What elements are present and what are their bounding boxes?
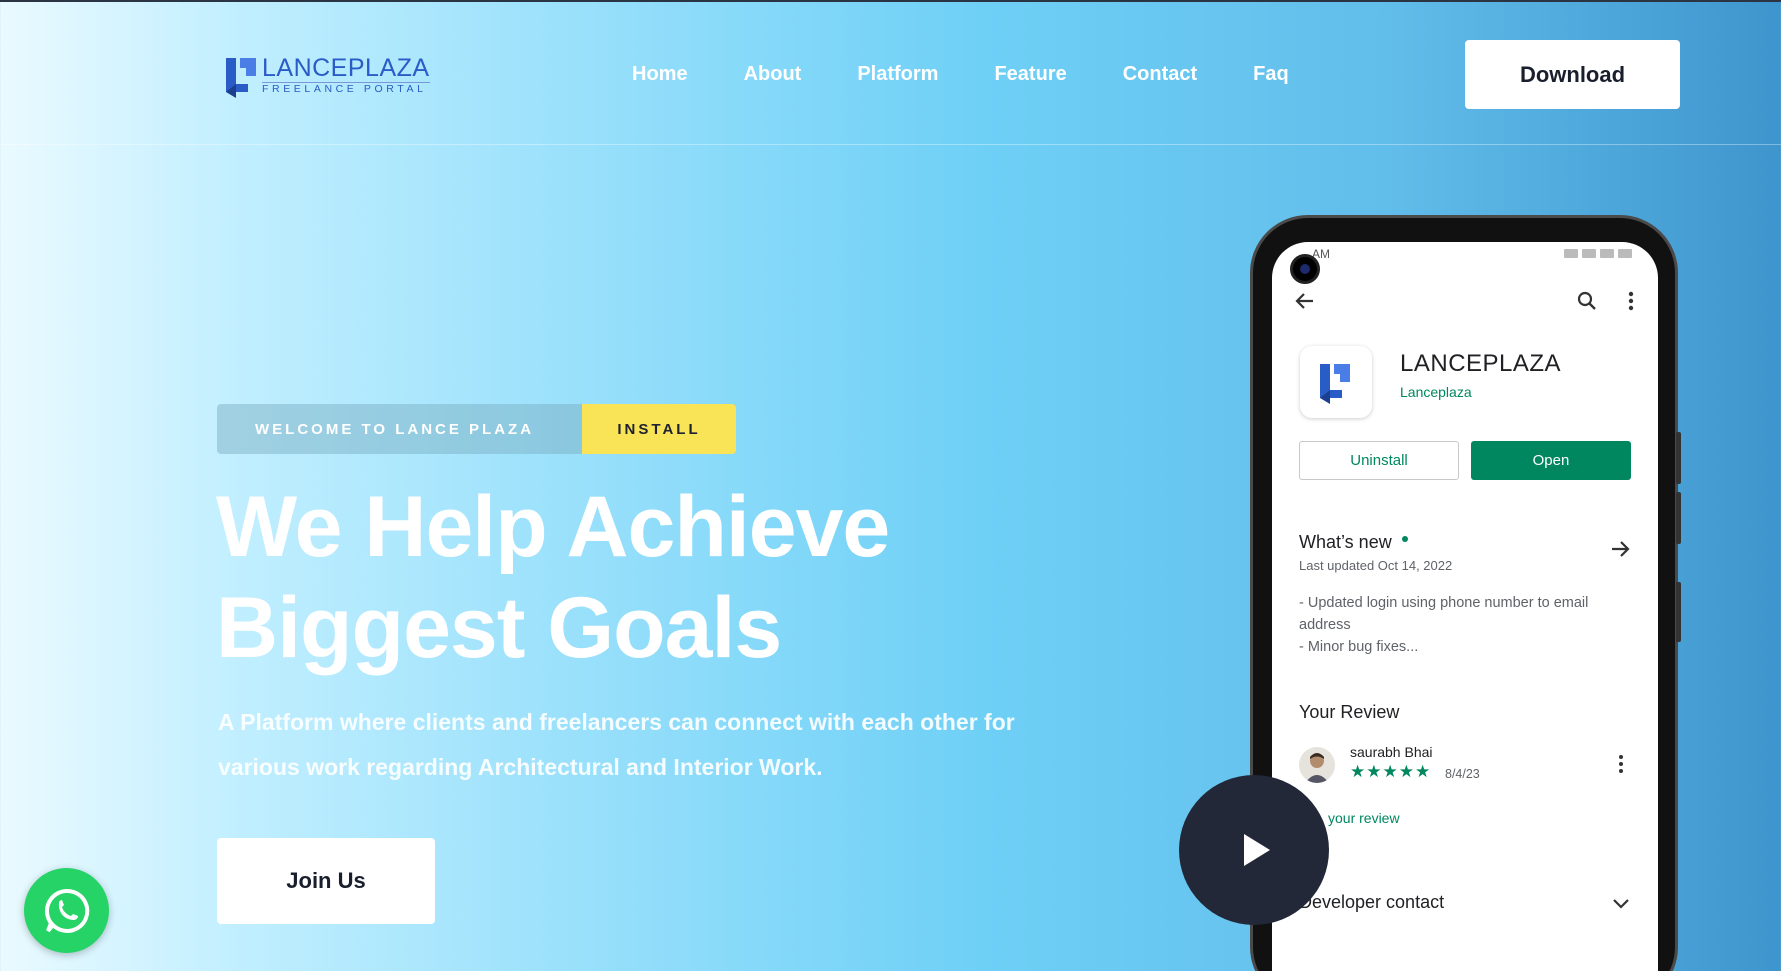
your-review-heading: Your Review [1299,702,1400,722]
chevron-down-icon[interactable] [1612,898,1630,910]
battery-icon [1618,249,1632,258]
whats-new-heading[interactable]: What’s new [1299,532,1408,553]
more-vert-icon[interactable] [1617,754,1625,774]
nav-contact[interactable]: Contact [1123,63,1197,86]
status-icons [1532,249,1632,259]
release-note: - Minor bug fixes... [1299,639,1419,655]
site-header: LANCEPLAZA FREELANCE PORTAL Home About P… [0,2,1781,145]
front-camera [1290,254,1320,284]
review-date: 8/4/23 [1445,767,1480,781]
brand-logo[interactable]: LANCEPLAZA FREELANCE PORTAL [222,52,432,104]
nav-home[interactable]: Home [632,63,688,86]
whatsapp-button[interactable] [24,868,109,953]
more-vert-icon[interactable] [1627,290,1635,312]
hero-title: We Help Achieve Biggest Goals [216,477,1016,679]
join-us-button[interactable]: Join Us [217,838,435,924]
volte-icon [1564,249,1578,258]
hero-badge: WELCOME TO LANCE PLAZA INSTALL [217,404,736,454]
avatar [1299,747,1335,783]
phone-side-button [1676,582,1681,642]
user-avatar-icon [1305,753,1329,783]
phone-side-button [1676,492,1681,544]
install-badge[interactable]: INSTALL [582,404,736,454]
whatsapp-icon [44,888,89,933]
brand-name: LANCEPLAZA [262,54,430,82]
app-developer-link[interactable]: Lanceplaza [1400,384,1472,400]
edit-review-link[interactable]: your review [1328,810,1400,826]
nav-feature[interactable]: Feature [994,63,1066,86]
download-button[interactable]: Download [1465,40,1680,109]
hero-title-line2: Biggest Goals [216,580,782,676]
review-stars: ★★★★★ [1350,762,1432,781]
reviewer-name: saurabh Bhai [1350,744,1433,760]
release-notes: - Updated login using phone number to em… [1299,592,1639,658]
brand-tagline: FREELANCE PORTAL [262,83,427,95]
developer-contact[interactable]: Developer contact [1299,892,1444,913]
uninstall-button[interactable]: Uninstall [1299,441,1459,480]
play-icon [1244,834,1270,866]
phone-screen: AM LANCEPLAZA Lanceplaza Uninstall Open … [1272,242,1658,971]
new-dot [1401,536,1408,542]
arrow-right-icon[interactable] [1609,538,1631,560]
welcome-badge: WELCOME TO LANCE PLAZA [217,404,582,454]
nav-about[interactable]: About [744,63,802,86]
app-icon [1300,346,1372,418]
phone-side-button [1676,432,1681,484]
play-video-button[interactable] [1179,775,1329,925]
lanceplaza-logo-icon [1320,364,1350,404]
release-note: - Updated login using phone number to em… [1299,595,1589,633]
hero-title-line1: We Help Achieve [216,479,890,575]
last-updated: Last updated Oct 14, 2022 [1299,558,1453,573]
open-button[interactable]: Open [1471,441,1631,480]
signal-icon [1600,249,1614,258]
signal-icon [1582,249,1596,258]
app-name: LANCEPLAZA [1400,350,1562,377]
nav-platform[interactable]: Platform [857,63,938,86]
whats-new-title: What’s new [1299,532,1392,552]
nav-faq[interactable]: Faq [1253,63,1289,86]
search-icon[interactable] [1576,290,1598,312]
main-nav: Home About Platform Feature Contact Faq [632,63,1345,86]
back-arrow-icon[interactable] [1294,290,1316,312]
hero-description: A Platform where clients and freelancers… [218,709,1015,780]
lanceplaza-logo-icon [226,58,256,98]
